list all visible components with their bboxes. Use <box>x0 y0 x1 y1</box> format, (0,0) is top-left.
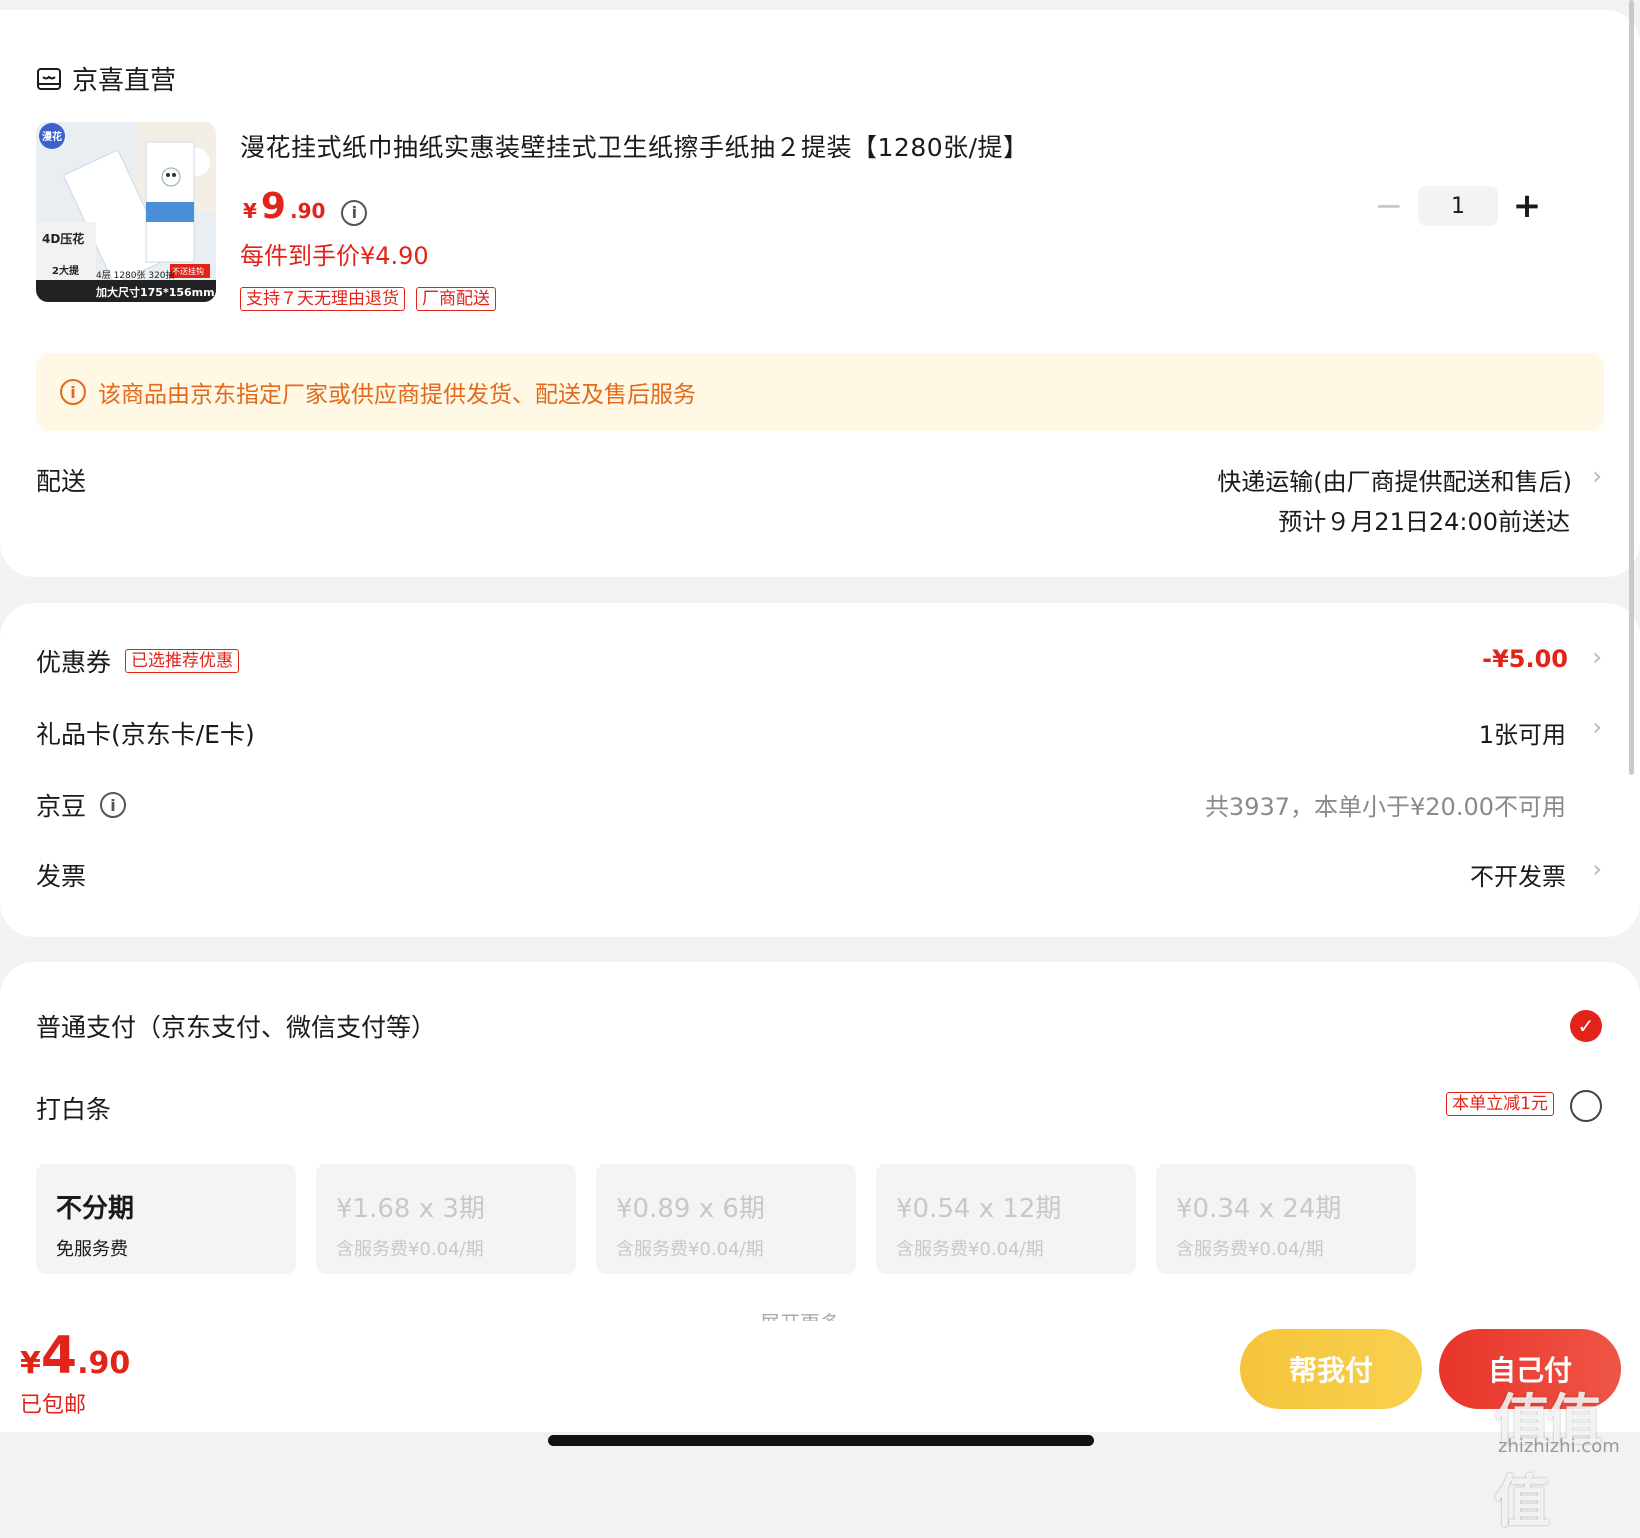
image-pack-text: 2大提 <box>52 266 79 277</box>
invoice-label: 发票 <box>36 862 87 891</box>
plan-option-3[interactable]: ¥1.68 x 3期 含服务费¥0.04/期 <box>316 1164 576 1274</box>
total-currency: ¥ <box>20 1346 41 1381</box>
jingdou-row-left: 京豆 i <box>36 787 127 823</box>
plan-main: ¥0.54 x 12期 <box>896 1194 1062 1224</box>
price-decimal: .90 <box>289 199 326 223</box>
giftcard-label: 礼品卡(京东卡/E卡) <box>36 720 255 749</box>
plan-option-24[interactable]: ¥0.34 x 24期 含服务费¥0.04/期 <box>1156 1164 1416 1274</box>
giftcard-chevron-icon[interactable]: › <box>1592 713 1602 741</box>
delivery-method[interactable]: 快递运输(由厂商提供配送和售后) <box>1217 462 1572 497</box>
plan-option-12[interactable]: ¥0.54 x 12期 含服务费¥0.04/期 <box>876 1164 1136 1274</box>
product-image[interactable]: 4D压花 漫花 2大提 共2560张 4层 1280张 320抽 不送挂钩 加大… <box>36 122 216 302</box>
shop-header[interactable]: 京喜直营 <box>36 60 176 97</box>
image-spec-text: 4层 1280张 320抽 <box>96 271 175 281</box>
product-price: ¥ 9 .90 i <box>243 186 368 227</box>
increase-quantity-button[interactable]: + <box>1512 189 1542 223</box>
total-decimal: .90 <box>77 1346 131 1381</box>
plan-main: ¥0.34 x 24期 <box>1176 1194 1342 1224</box>
free-shipping-label: 已包邮 <box>20 1393 87 1418</box>
notice-text: 该商品由京东指定厂家或供应商提供发货、配送及售后服务 <box>98 382 696 408</box>
scrollbar[interactable] <box>1629 0 1634 775</box>
invoice-chevron-icon[interactable]: › <box>1592 855 1602 883</box>
plan-main: 不分期 <box>56 1194 135 1224</box>
product-title[interactable]: 漫花挂式纸巾抽纸实惠装壁挂式卫生纸擦手纸抽２提装【1280张/提】 <box>240 128 1029 164</box>
baitiao-label[interactable]: 打白条 <box>36 1090 111 1126</box>
jingdou-value: 共3937，本单小于¥20.00不可用 <box>1204 793 1566 821</box>
delivery-chevron-icon[interactable]: › <box>1592 462 1602 490</box>
delivery-eta: 预计９月21日24:00前送达 <box>1278 508 1570 536</box>
total-price: ¥ 4 .90 <box>20 1326 130 1386</box>
plan-sub: 含服务费¥0.04/期 <box>896 1239 1044 1260</box>
unit-price: 每件到手价¥4.90 <box>240 242 429 270</box>
vendor-notice: i 该商品由京东指定厂家或供应商提供发货、配送及售后服务 <box>36 353 1604 431</box>
plan-sub: 免服务费 <box>56 1239 128 1260</box>
notice-info-icon: i <box>60 379 86 405</box>
shop-icon <box>37 67 61 90</box>
watermark-logo: 值值值 <box>1494 1389 1602 1535</box>
plan-main: ¥1.68 x 3期 <box>336 1194 485 1224</box>
plan-sub: 含服务费¥0.04/期 <box>616 1239 764 1260</box>
watermark-url: zhizhizhi.com <box>1498 1436 1620 1457</box>
coupon-recommended-badge: 已选推荐优惠 <box>125 649 240 673</box>
baitiao-radio[interactable] <box>1570 1090 1602 1122</box>
order-item-card: 京喜直营 4D压花 漫花 2大提 共2560张 4层 1280张 320抽 不送… <box>0 10 1640 577</box>
image-badge-text: 不送挂钩 <box>172 267 204 276</box>
coupon-row-left: 优惠券 已选推荐优惠 <box>36 643 240 679</box>
decrease-quantity-button[interactable]: − <box>1374 189 1404 223</box>
expand-more-link[interactable]: 展开更多 <box>760 1307 840 1321</box>
jingdou-label: 京豆 <box>36 792 87 821</box>
baitiao-discount-badge: 本单立减1元 <box>1446 1092 1554 1116</box>
delivery-label: 配送 <box>36 467 87 496</box>
price-integer: 9 <box>260 186 286 227</box>
coupon-value[interactable]: -¥5.00 <box>1482 645 1568 673</box>
return-policy-tag: 支持７天无理由退货 <box>240 287 405 311</box>
giftcard-value[interactable]: 1张可用 <box>1479 715 1566 750</box>
image-total-text: 共2560张 <box>40 280 93 293</box>
home-indicator[interactable] <box>548 1435 1094 1446</box>
coupon-label: 优惠券 <box>36 648 112 677</box>
plan-sub: 含服务费¥0.04/期 <box>336 1239 484 1260</box>
price-currency: ¥ <box>243 199 257 223</box>
total-integer: 4 <box>40 1326 78 1386</box>
image-size-text: 加大尺寸175*156mm <box>96 286 215 299</box>
image-feature-text: 4D压花 <box>42 232 85 246</box>
normal-pay-check-icon[interactable]: ✓ <box>1570 1010 1602 1042</box>
plan-option-6[interactable]: ¥0.89 x 6期 含服务费¥0.04/期 <box>596 1164 856 1274</box>
price-info-icon[interactable]: i <box>341 199 368 226</box>
quantity-value[interactable]: 1 <box>1418 186 1498 226</box>
plan-option-none[interactable]: 不分期 免服务费 <box>36 1164 296 1274</box>
coupon-chevron-icon[interactable]: › <box>1592 643 1602 671</box>
invoice-value[interactable]: 不开发票 <box>1470 857 1566 892</box>
jingdou-info-icon[interactable]: i <box>100 792 127 818</box>
vendor-delivery-tag: 厂商配送 <box>416 287 496 311</box>
plan-main: ¥0.89 x 6期 <box>616 1194 765 1224</box>
normal-pay-label[interactable]: 普通支付（京东支付、微信支付等） <box>36 1008 436 1044</box>
product-tags: 支持７天无理由退货 厂商配送 <box>240 287 496 311</box>
help-pay-button[interactable]: 帮我付 <box>1240 1329 1422 1409</box>
quantity-stepper: − 1 + <box>1374 186 1542 226</box>
discount-card: 优惠券 已选推荐优惠 -¥5.00 › 礼品卡(京东卡/E卡) 1张可用 › 京… <box>0 603 1640 937</box>
plan-sub: 含服务费¥0.04/期 <box>1176 1239 1324 1260</box>
shop-name: 京喜直营 <box>72 66 177 96</box>
image-brand-text: 漫花 <box>42 132 62 143</box>
